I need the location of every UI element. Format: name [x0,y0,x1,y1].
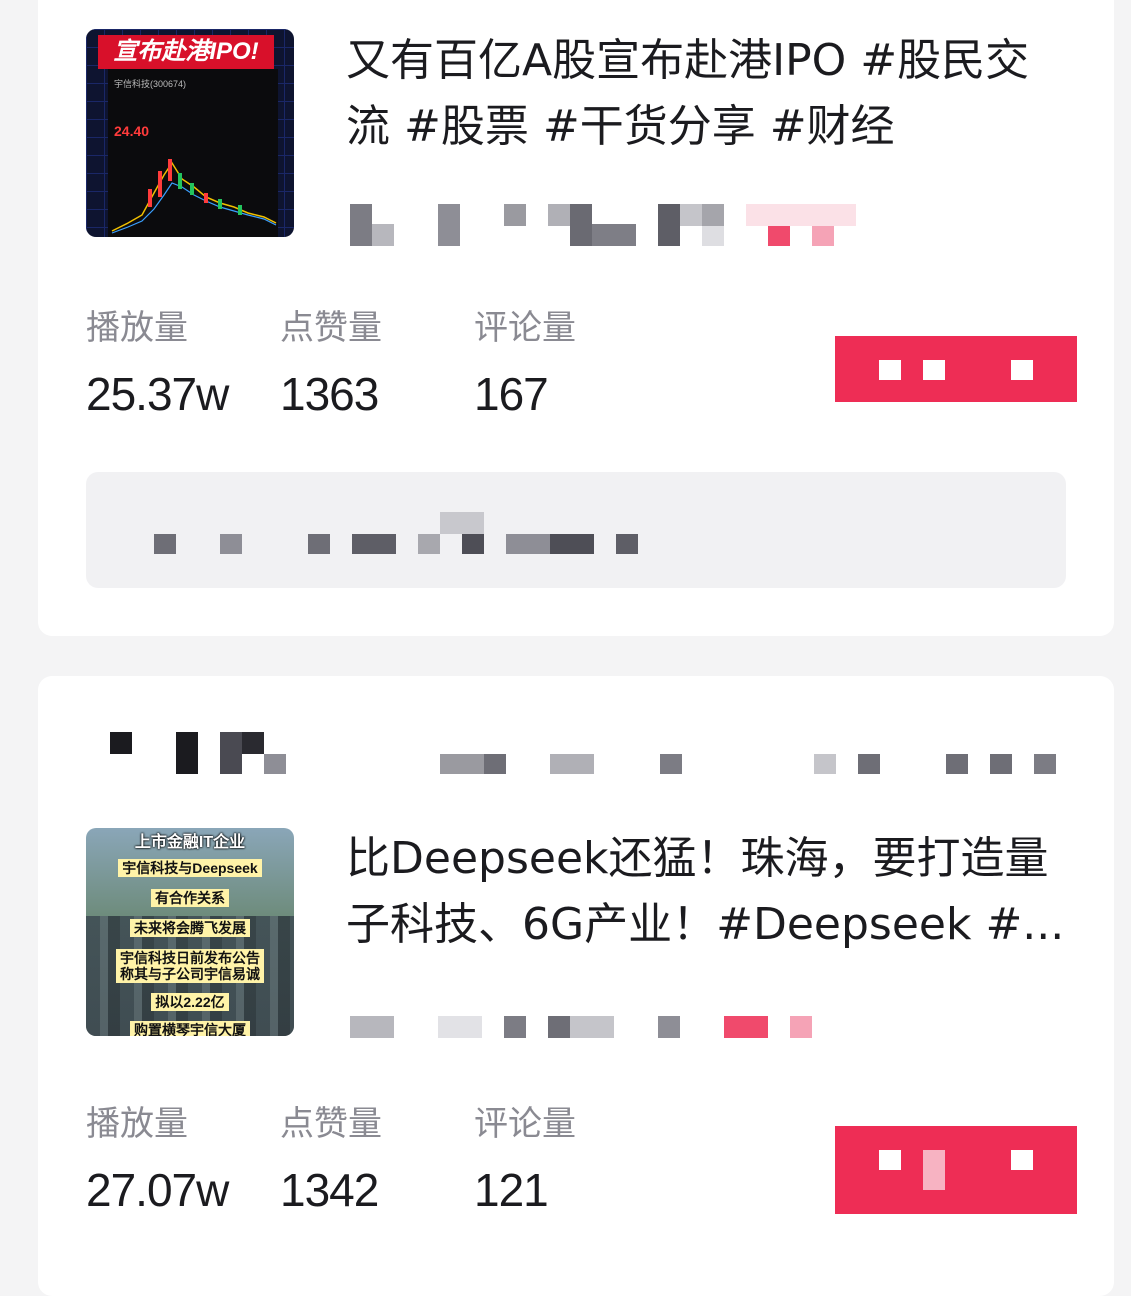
thumbnail-banner-text: 宣布赴港IPO! [98,35,274,69]
video-title-text: 又有百亿A股宣布赴港IPO #股民交流 #股票 #干货分享 #财经 [346,35,1030,152]
stat-plays: 播放量 25.37w [86,300,229,421]
video-thumbnail[interactable]: 上市金融IT企业 宇信科技与Deepseek 有合作关系 未来将会腾飞发展 宇信… [86,828,294,1036]
stat-comments: 评论量 167 [474,300,576,421]
blurred-meta-info [350,1006,820,1048]
thumbnail-caption: 称其与子公司宇信易诚 [86,964,294,984]
thumbnail-caption: 上市金融IT企业 [134,834,246,851]
thumbnail-caption: 购置横琴宇信大厦 [86,1020,294,1036]
thumbnail-caption: 有合作关系 [86,888,294,908]
stat-likes-label: 点赞量 [280,308,382,348]
video-thumbnail[interactable]: 宣布赴港IPO! 宇信科技(300674) 24.40 [86,29,294,237]
stat-comments-value: 167 [474,368,549,420]
stat-plays-label: 播放量 [86,1104,188,1144]
blurred-comment-preview[interactable] [86,472,1066,588]
video-card[interactable]: 上市金融IT企业 宇信科技与Deepseek 有合作关系 未来将会腾飞发展 宇信… [38,676,1114,1296]
promote-button[interactable] [835,1126,1077,1214]
stat-plays-value: 27.07w [86,1164,229,1216]
promote-button[interactable] [835,336,1077,402]
stat-comments-label: 评论量 [474,308,576,348]
stat-likes-label: 点赞量 [280,1104,382,1144]
stat-plays: 播放量 27.07w [86,1096,229,1217]
thumbnail-candlestick-chart [111,159,277,234]
thumbnail-ticker-text: 宇信科技(300674) [114,79,187,89]
thumbnail-caption: 宇信科技与Deepseek [86,858,294,878]
blurred-meta-info [350,204,870,246]
blurred-header-info [88,732,1118,774]
stat-comments-label: 评论量 [474,1104,576,1144]
video-card[interactable]: 宣布赴港IPO! 宇信科技(300674) 24.40 又有百亿A股宣布赴港IP… [38,0,1114,636]
stat-comments-value: 121 [474,1164,549,1216]
thumbnail-caption: 未来将会腾飞发展 [86,918,294,938]
stat-plays-label: 播放量 [86,308,188,348]
video-title[interactable]: 又有百亿A股宣布赴港IPO #股民交流 #股票 #干货分享 #财经 [346,28,1066,160]
video-title-text: 比Deepseek还猛！珠海，要打造量子科技、6G产业！#Deepseek #.… [346,833,1065,950]
stat-likes: 点赞量 1342 [280,1096,382,1217]
stat-likes: 点赞量 1363 [280,300,382,421]
stat-comments: 评论量 121 [474,1096,576,1217]
thumbnail-stock-screen: 宇信科技(300674) 24.40 [108,69,278,237]
video-title[interactable]: 比Deepseek还猛！珠海，要打造量子科技、6G产业！#Deepseek #.… [346,826,1066,958]
stat-likes-value: 1363 [280,368,379,420]
thumbnail-price-text: 24.40 [114,123,150,139]
stat-plays-value: 25.37w [86,368,229,420]
thumbnail-caption: 拟以2.22亿 [86,992,294,1012]
stat-likes-value: 1342 [280,1164,379,1216]
